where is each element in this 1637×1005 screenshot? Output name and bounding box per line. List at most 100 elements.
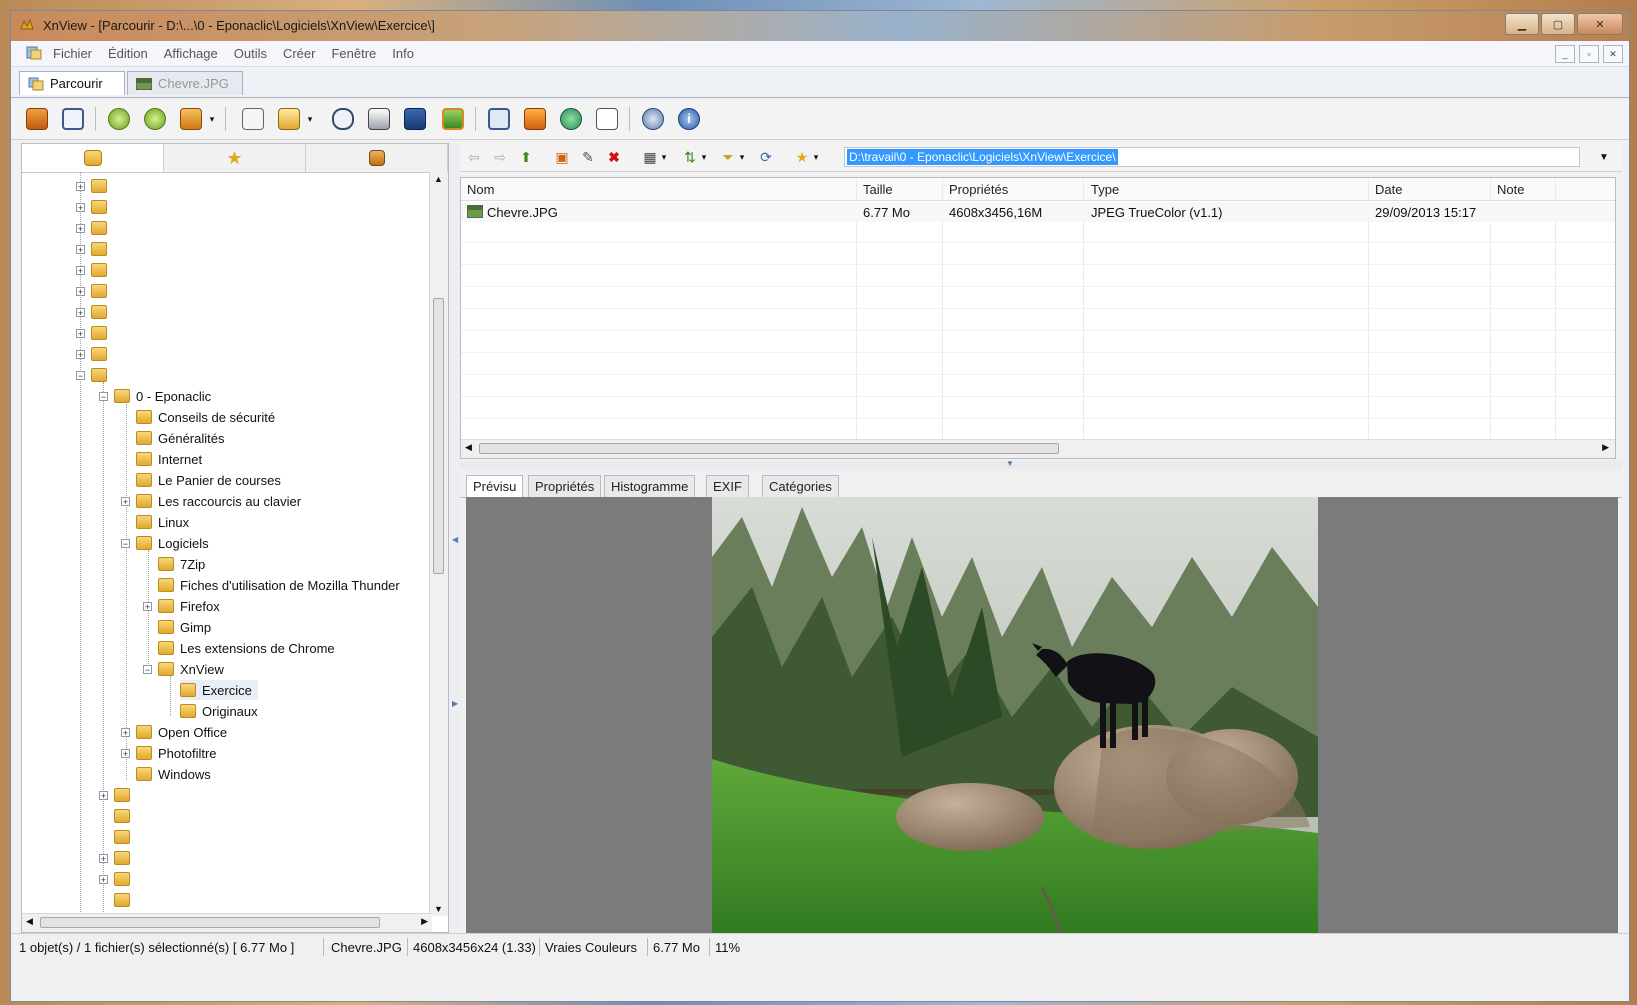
tree-item-exercice[interactable]: Exercice	[180, 680, 258, 700]
filmstrip-button[interactable]	[401, 105, 429, 133]
tree-expander[interactable]: +	[76, 265, 85, 275]
refresh-button[interactable]: ⟳	[756, 147, 776, 167]
tree-item-conseils[interactable]: Conseils de sécurité	[136, 407, 275, 427]
menu-fichier[interactable]: Fichier	[53, 46, 92, 61]
tree-expander[interactable]: −	[143, 664, 152, 674]
tree-item-generalites[interactable]: Généralités	[136, 428, 224, 448]
tree-expander[interactable]: −	[99, 391, 108, 401]
tree-expander[interactable]: +	[99, 853, 108, 863]
tree-vertical-scroll-thumb[interactable]	[433, 298, 444, 574]
about-button[interactable]: i	[675, 105, 703, 133]
batch-convert-button[interactable]	[177, 105, 205, 133]
mdi-restore-button[interactable]: ▫	[1579, 45, 1599, 63]
sort-dropdown[interactable]: ▾	[698, 147, 710, 167]
filter-dropdown[interactable]: ▾	[736, 147, 748, 167]
tree-expander[interactable]: +	[76, 202, 85, 212]
scroll-left-icon[interactable]: ◀	[465, 442, 472, 453]
view-mode-dropdown[interactable]: ▾	[658, 147, 670, 167]
tab-exif[interactable]: EXIF	[706, 475, 749, 497]
menu-affichage[interactable]: Affichage	[164, 46, 218, 61]
menu-info[interactable]: Info	[392, 46, 414, 61]
tree-item-windows[interactable]: Windows	[136, 764, 211, 784]
tree-expander[interactable]: +	[76, 328, 85, 338]
menu-creer[interactable]: Créer	[283, 46, 316, 61]
tree-item-extensions-chrome[interactable]: Les extensions de Chrome	[158, 638, 335, 658]
tab-favorites[interactable]: ★	[164, 144, 306, 172]
minimize-button[interactable]: ▁	[1505, 13, 1539, 35]
favorites-dropdown[interactable]: ▾	[810, 147, 822, 167]
screen-capture-button[interactable]	[485, 105, 513, 133]
tab-categories[interactable]	[306, 144, 448, 172]
tree-expander[interactable]: +	[99, 874, 108, 884]
tree-horizontal-scroll-thumb[interactable]	[40, 917, 380, 928]
column-note[interactable]: Note	[1497, 182, 1524, 197]
mdi-minimize-button[interactable]: _	[1555, 45, 1575, 63]
filter-button[interactable]: ⏷	[718, 147, 738, 167]
menu-fenetre[interactable]: Fenêtre	[331, 46, 376, 61]
delete-button[interactable]: ✖	[604, 147, 624, 167]
tree-expander[interactable]: +	[76, 244, 85, 254]
tree-item-panier[interactable]: Le Panier de courses	[136, 470, 281, 490]
menu-edition[interactable]: Édition	[108, 46, 148, 61]
view-mode-button[interactable]: ▦	[640, 147, 660, 167]
scan-button[interactable]	[239, 105, 267, 133]
tree-item-internet[interactable]: Internet	[136, 449, 202, 469]
print-button[interactable]	[365, 105, 393, 133]
tree-vertical-scrollbar[interactable]: ▲ ▼	[429, 172, 448, 916]
collapse-down-icon[interactable]: ▼	[1006, 459, 1014, 468]
tab-folders[interactable]	[22, 144, 164, 172]
file-list-horizontal-scrollbar[interactable]: ◀ ▶	[461, 439, 1615, 458]
tree-item-xnview[interactable]: − XnView	[143, 659, 224, 679]
tree-item-linux[interactable]: Linux	[136, 512, 189, 532]
tree-item-photofiltre[interactable]: + Photofiltre	[121, 743, 217, 763]
table-row[interactable]: Chevre.JPG 6.77 Mo 4608x3456,16M JPEG Tr…	[461, 202, 1615, 222]
tree-item-originaux[interactable]: Originaux	[180, 701, 258, 721]
path-input[interactable]: D:\travail\0 - Eponaclic\Logiciels\XnVie…	[844, 147, 1580, 167]
slideshow-button[interactable]	[439, 105, 467, 133]
column-date[interactable]: Date	[1375, 182, 1402, 197]
tree-expander[interactable]: +	[76, 349, 85, 359]
tree-expander[interactable]: +	[121, 727, 130, 737]
title-bar[interactable]: XnView - [Parcourir - D:\...\0 - Eponacl…	[11, 11, 1629, 41]
tree-item-eponaclic[interactable]: − 0 - Eponaclic	[99, 386, 211, 406]
favorites-button[interactable]: ★	[792, 147, 812, 167]
sort-button[interactable]: ⇅	[680, 147, 700, 167]
tree-expander[interactable]: +	[121, 748, 130, 758]
tree-expander[interactable]: −	[76, 370, 85, 380]
tree-horizontal-scrollbar[interactable]: ◀ ▶	[22, 913, 432, 932]
tree-expander[interactable]: −	[121, 538, 130, 548]
capture-button[interactable]	[275, 105, 303, 133]
scroll-left-icon[interactable]: ◀	[26, 916, 33, 927]
settings-button[interactable]	[639, 105, 667, 133]
tree-expander[interactable]: +	[121, 496, 130, 506]
tree-item-7zip[interactable]: 7Zip	[158, 554, 205, 574]
column-type[interactable]: Type	[1091, 182, 1119, 197]
tree-expander[interactable]: +	[76, 181, 85, 191]
tree-item-gimp[interactable]: Gimp	[158, 617, 211, 637]
scroll-up-icon[interactable]: ▲	[434, 174, 443, 184]
column-taille[interactable]: Taille	[863, 182, 893, 197]
fit-window-button[interactable]	[59, 105, 87, 133]
tab-categories[interactable]: Catégories	[762, 475, 839, 497]
tree-expander[interactable]: +	[76, 223, 85, 233]
back-button[interactable]: ⇦	[464, 147, 484, 167]
tab-parcourir[interactable]: Parcourir	[19, 71, 125, 95]
batch-convert-dropdown[interactable]: ▾	[205, 105, 219, 133]
image-preview-area[interactable]	[466, 497, 1618, 939]
web-page-button[interactable]	[557, 105, 585, 133]
tree-item-raccourcis[interactable]: + Les raccourcis au clavier	[121, 491, 301, 511]
vertical-splitter[interactable]: ◀ ▶	[450, 143, 460, 933]
tree-expander[interactable]: +	[99, 790, 108, 800]
tree-item-open-office[interactable]: + Open Office	[121, 722, 227, 742]
search-button[interactable]	[329, 105, 357, 133]
file-list-scroll-thumb[interactable]	[479, 443, 1059, 454]
capture-dropdown[interactable]: ▾	[303, 105, 317, 133]
tab-previsu[interactable]: Prévisu	[466, 475, 524, 498]
close-button[interactable]: ✕	[1577, 13, 1623, 35]
column-nom[interactable]: Nom	[467, 182, 494, 197]
scroll-right-icon[interactable]: ▶	[1602, 442, 1609, 453]
tab-chevre-jpg[interactable]: Chevre.JPG	[127, 71, 243, 95]
collapse-right-icon[interactable]: ▶	[452, 699, 458, 708]
tree-item-logiciels[interactable]: − Logiciels	[121, 533, 209, 553]
tree-expander[interactable]: +	[76, 307, 85, 317]
